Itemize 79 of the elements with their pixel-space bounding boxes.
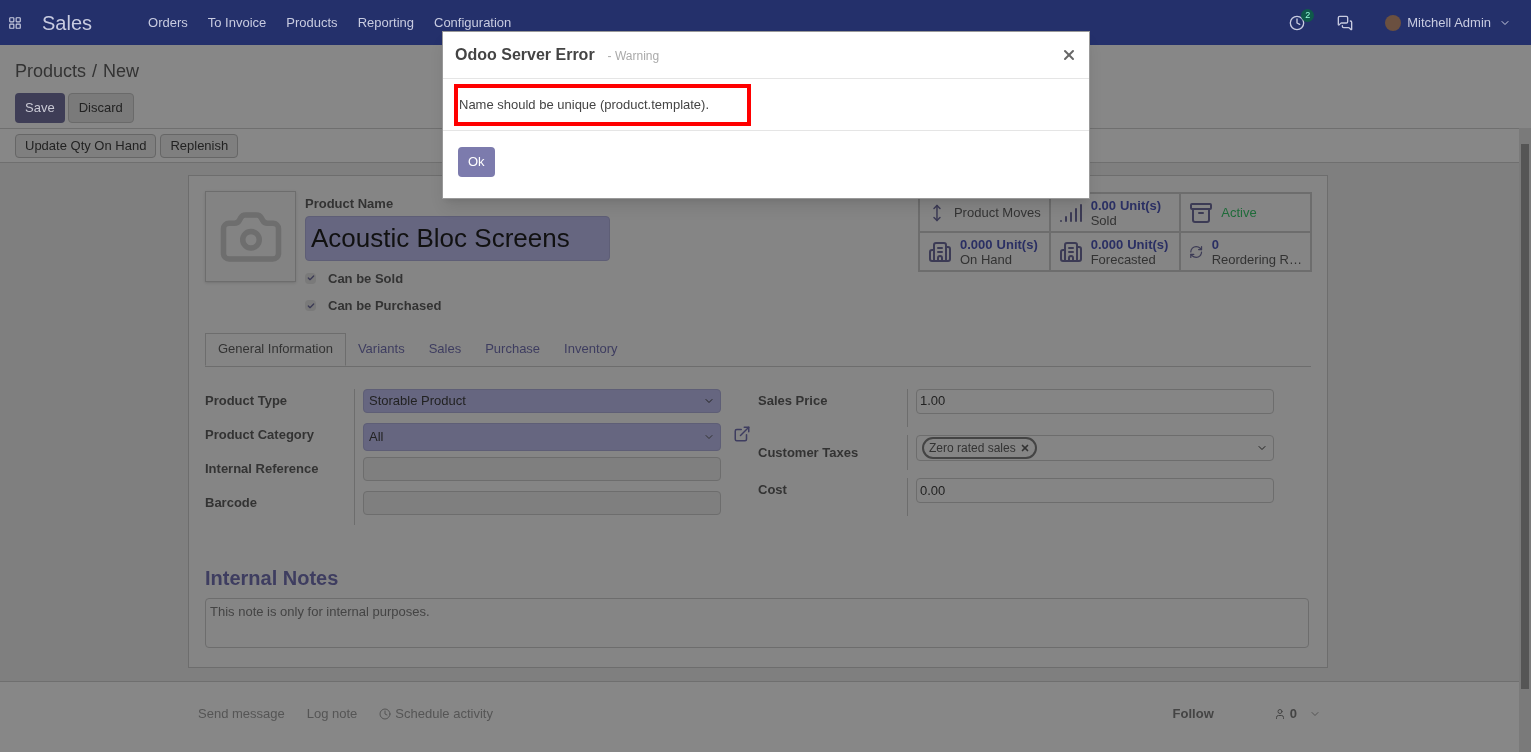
form-tab[interactable]: General Information [205, 332, 346, 366]
stat-unit: Unit(s) [1127, 236, 1169, 252]
field-label: Barcode [205, 490, 355, 525]
person-icon [1273, 708, 1286, 720]
building-icon [1058, 239, 1083, 264]
input-field[interactable]: 1.00 [916, 388, 1274, 414]
stat-label: Reordering R… [1211, 251, 1302, 267]
archive-box-icon [1189, 200, 1214, 225]
followers-button[interactable]: 0 [1273, 704, 1297, 724]
menu-link[interactable]: To Invoice [207, 12, 267, 33]
menu-link[interactable]: Orders [148, 12, 188, 33]
stat-label: Forecasted [1090, 251, 1156, 267]
app-name: Sales [42, 10, 93, 36]
dialog-title: Odoo Server Error [455, 45, 595, 65]
input-field[interactable]: 0.00 [916, 478, 1274, 504]
clock-icon [379, 708, 392, 720]
stat-button[interactable]: 0.000 Unit(s) Forecasted [1049, 232, 1181, 271]
stat-label: Sold [1090, 212, 1118, 228]
activity-count-badge: 2 [1301, 8, 1315, 22]
header-button[interactable]: Replenish [160, 133, 239, 158]
checkbox[interactable] [305, 272, 316, 284]
checkbox[interactable] [305, 300, 316, 312]
stat-value: 0.000 [960, 236, 993, 252]
stat-button[interactable]: Active [1180, 193, 1311, 232]
product-name-input[interactable]: Acoustic Bloc Screens [305, 215, 610, 261]
menu-link[interactable]: Configuration [434, 12, 512, 33]
user-avatar [1385, 14, 1402, 31]
form-tab[interactable]: Variants [345, 332, 417, 366]
section-title: Internal Notes [205, 565, 340, 591]
stat-button[interactable]: 0.000 Unit(s) On Hand [919, 232, 1050, 271]
field-label: Product Category [205, 422, 355, 457]
breadcrumb-current: New [103, 60, 140, 83]
stat-unit: Unit(s) [1119, 197, 1162, 213]
field-label: Product Type [205, 388, 355, 423]
field-label: Customer Taxes [758, 434, 908, 470]
stat-value: 0 [1211, 236, 1219, 252]
breadcrumb-link[interactable]: Products [15, 58, 87, 85]
stat-value: 0.00 [1090, 197, 1116, 213]
form-tab[interactable]: Inventory [552, 332, 630, 366]
checkbox-label: Can be Sold [328, 269, 404, 288]
field-label: Sales Price [758, 388, 908, 427]
stat-label: Active [1221, 205, 1257, 220]
ok-button[interactable]: Ok [458, 147, 495, 177]
field-label: Product Name [305, 195, 395, 213]
apps-menu-icon[interactable] [8, 15, 22, 30]
input-field[interactable] [363, 456, 721, 481]
stat-value: 0.000 [1090, 236, 1124, 252]
stat-unit: Unit(s) [996, 236, 1038, 252]
header-button[interactable]: Update Qty On Hand [15, 133, 157, 158]
stat-label: On Hand [960, 251, 1013, 267]
dialog-subtitle: - Warning [607, 48, 660, 65]
menu-link[interactable]: Products [286, 12, 338, 33]
stat-button[interactable]: 0 Reordering R… [1180, 232, 1311, 271]
activity-clock-icon[interactable] [1289, 14, 1306, 31]
follow-button[interactable]: Follow [1172, 704, 1214, 724]
chat-icon[interactable] [1337, 14, 1354, 31]
tags-field[interactable]: Zero rated sales [916, 434, 1274, 461]
stat-label: Product Moves [953, 205, 1041, 220]
form-tab[interactable]: Purchase [473, 332, 553, 366]
breadcrumb-separator: / [92, 60, 98, 83]
stat-button[interactable]: 0.00 Unit(s) Sold [1049, 193, 1181, 232]
checkbox-label: Can be Purchased [328, 297, 442, 315]
building-icon [928, 239, 952, 264]
save-button[interactable]: Save [15, 93, 65, 123]
remove-tag-icon[interactable] [1019, 442, 1030, 453]
input-field[interactable] [363, 490, 721, 515]
error-message: Name should be unique (product.template). [454, 84, 752, 126]
select-field[interactable]: All [363, 422, 721, 451]
select-field[interactable]: Storable Product [363, 388, 721, 413]
notes-field[interactable]: This note is only for internal purposes. [205, 597, 1309, 648]
tax-tag: Zero rated sales [922, 436, 1037, 459]
menu-link[interactable]: Reporting [357, 12, 414, 33]
form-tab[interactable]: Sales [416, 332, 474, 366]
discard-button[interactable]: Discard [67, 93, 134, 123]
field-label: Internal Reference [205, 456, 355, 491]
user-menu[interactable]: Mitchell Admin [1407, 12, 1491, 33]
field-label: Cost [758, 478, 908, 517]
external-link-icon[interactable] [733, 424, 751, 443]
close-icon[interactable] [1061, 47, 1077, 63]
